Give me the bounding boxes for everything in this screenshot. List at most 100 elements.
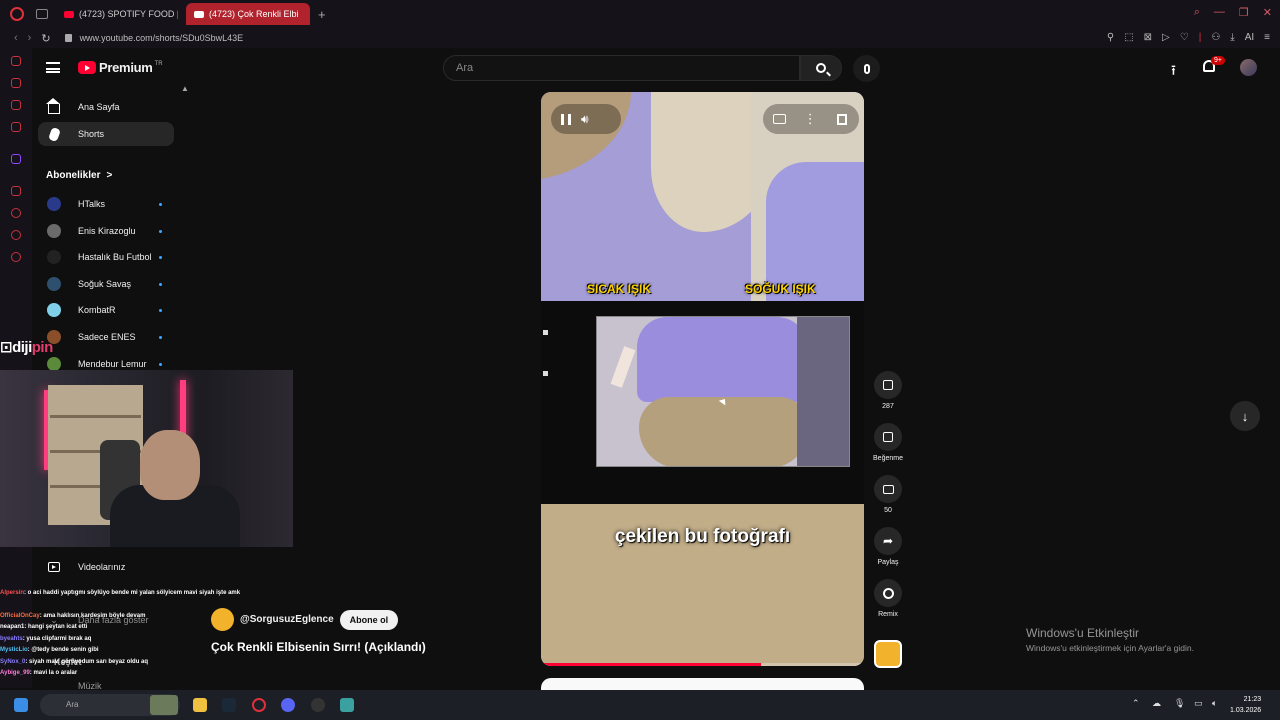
video-panel-middle	[541, 301, 864, 504]
new-tab-button[interactable]: +	[318, 7, 326, 22]
video-subtitle: çekilen bu fotoğrafı	[614, 526, 791, 547]
window-controls: ⌕ — ❐ ✕	[1194, 6, 1272, 19]
captions-icon[interactable]	[773, 114, 786, 124]
sidebar-channel[interactable]: Enis Kirazoglu	[38, 219, 174, 243]
next-short-button[interactable]: ↓	[1230, 401, 1260, 431]
search-input[interactable]: Ara	[443, 55, 800, 81]
sidebar-channel[interactable]: KombatR	[38, 298, 174, 322]
fullscreen-icon[interactable]	[836, 113, 847, 125]
speaker-icon[interactable]: 🔈︎	[1212, 698, 1217, 709]
scrub-marker	[543, 330, 548, 335]
thumbs-down-icon	[883, 432, 893, 442]
sidebar-item-home[interactable]: Ana Sayfa	[38, 95, 174, 119]
messenger-icon[interactable]	[11, 100, 21, 110]
channel-name: KombatR	[78, 305, 116, 315]
tray-chevron-icon[interactable]: ⌃	[1132, 698, 1140, 709]
search-tabs-icon[interactable]: ⌕	[1194, 6, 1200, 19]
opera-logo-icon[interactable]	[10, 7, 24, 21]
clock-icon[interactable]	[11, 208, 21, 218]
comments-button[interactable]: 50	[874, 475, 902, 514]
tab-overview-icon[interactable]	[36, 9, 48, 19]
discord-icon[interactable]	[281, 698, 295, 712]
play-icon[interactable]: ▷	[1162, 32, 1170, 43]
shorts-player[interactable]: SICAK IŞIK SOĞUK IŞIK çekilen bu fotoğra…	[541, 92, 864, 666]
divider-icon: |	[1198, 32, 1202, 43]
chat-user: byeahts	[0, 635, 23, 642]
like-button[interactable]: 287	[874, 371, 902, 410]
sidebar-channel[interactable]: HTalks	[38, 192, 174, 216]
instagram-icon[interactable]	[11, 122, 21, 132]
forward-icon[interactable]: ›	[28, 32, 32, 44]
url-field[interactable]: www.youtube.com/shorts/SDu0SbwL43E	[80, 33, 244, 43]
aria-ai-button[interactable]: AI	[1245, 32, 1254, 43]
progress-bar[interactable]	[541, 663, 864, 666]
heart-icon[interactable]: ♡	[1180, 32, 1189, 43]
browser-tab[interactable]: (4723) SPOTIFY FOOD | M	[56, 3, 178, 25]
mic-tray-icon[interactable]: 🎙︎	[1174, 698, 1185, 709]
windows-taskbar: Ara ⌃ ☁ 🎙︎ ▭ 🔈︎ 21:23 1.03.2026	[0, 690, 1280, 720]
settings-icon[interactable]	[11, 252, 21, 262]
remix-button[interactable]: Remix	[874, 579, 902, 618]
browser-tab-active[interactable]: (4723) Çok Renkli Elbi	[186, 3, 310, 25]
sync-icon[interactable]	[11, 230, 21, 240]
short-title[interactable]: Çok Renkli Elbisenin Sırrı! (Açıklandı)	[211, 640, 426, 654]
app-icon[interactable]	[340, 698, 354, 712]
close-button[interactable]: ✕	[1263, 6, 1272, 19]
hamburger-menu-icon[interactable]	[46, 62, 60, 73]
back-icon[interactable]: ‹	[14, 32, 18, 44]
minimize-button[interactable]: —	[1214, 6, 1225, 19]
lock-icon	[64, 34, 72, 42]
account-avatar[interactable]	[1240, 59, 1257, 76]
monitor-icon[interactable]: ▭	[1194, 698, 1203, 709]
snapshot-icon[interactable]: ⬚	[1124, 32, 1133, 43]
obs-icon[interactable]	[311, 698, 325, 712]
notifications-button[interactable]: 9+	[1203, 56, 1225, 74]
start-icon[interactable]	[14, 698, 28, 712]
search-button[interactable]	[800, 55, 842, 81]
system-clock[interactable]: 21:23 1.03.2026	[1230, 694, 1261, 716]
file-explorer-icon[interactable]	[193, 698, 207, 712]
maximize-button[interactable]: ❐	[1239, 6, 1249, 19]
steam-icon[interactable]	[222, 698, 236, 712]
pause-icon[interactable]	[561, 113, 571, 125]
crypto-wallet-icon[interactable]	[11, 78, 21, 88]
next-short-peek[interactable]	[541, 678, 864, 690]
sound-source-thumbnail[interactable]	[874, 640, 902, 668]
more-options-icon[interactable]: ⋮	[804, 112, 817, 125]
sidebar-item-shorts[interactable]: Shorts	[38, 122, 174, 146]
create-upload-icon[interactable]: ⭱	[1171, 60, 1176, 84]
twitch-icon[interactable]	[11, 154, 21, 164]
profile-icon[interactable]: ⚇	[1211, 32, 1220, 43]
channel-avatar	[47, 197, 61, 211]
channel-avatar[interactable]	[211, 608, 234, 631]
share-button[interactable]: ➦ Paylaş	[874, 527, 902, 566]
home-icon	[46, 97, 60, 114]
opera-gx-icon[interactable]	[252, 698, 266, 712]
adblock-icon[interactable]: ⊠	[1144, 32, 1152, 43]
youtube-premium-logo[interactable]: Premium TR	[78, 60, 163, 75]
channel-handle[interactable]: @SorgusuzEglence	[240, 614, 334, 625]
new-content-dot	[159, 308, 162, 312]
subscriptions-header[interactable]: Abonelikler >	[46, 170, 112, 181]
sidebar-channel[interactable]: Hastalık Bu Futbol	[38, 245, 174, 269]
remix-label: Remix	[878, 611, 898, 618]
pin-icon[interactable]: ⚲	[1107, 32, 1114, 43]
chevron-up-icon[interactable]: ▲	[181, 84, 189, 93]
volume-icon[interactable]: 🔊︎	[581, 112, 589, 127]
channel-avatar	[47, 277, 61, 291]
sidebar-channel[interactable]: Soğuk Savaş	[38, 272, 174, 296]
chat-message: SyNox_0: siyah mavi görüyodum sarı beyaz…	[0, 657, 280, 669]
history-icon[interactable]	[11, 186, 21, 196]
tab-title: (4723) Çok Renkli Elbi	[209, 9, 299, 19]
easy-setup-icon[interactable]: ≡	[1264, 32, 1270, 43]
aria-icon[interactable]	[11, 56, 21, 66]
dress-photo	[596, 316, 850, 467]
subscribe-button[interactable]: Abone ol	[339, 609, 399, 630]
reload-icon[interactable]: ↻	[41, 32, 50, 45]
sidebar-item-your-videos[interactable]: Videolarınız	[38, 555, 174, 579]
browser-tab-bar: (4723) SPOTIFY FOOD | M (4723) Çok Renkl…	[0, 0, 1280, 28]
download-icon[interactable]: ⤓	[1230, 32, 1234, 43]
network-share-icon[interactable]: ☁	[1152, 698, 1161, 709]
voice-search-button[interactable]	[853, 55, 880, 82]
dislike-button[interactable]: Beğenme	[873, 423, 903, 462]
